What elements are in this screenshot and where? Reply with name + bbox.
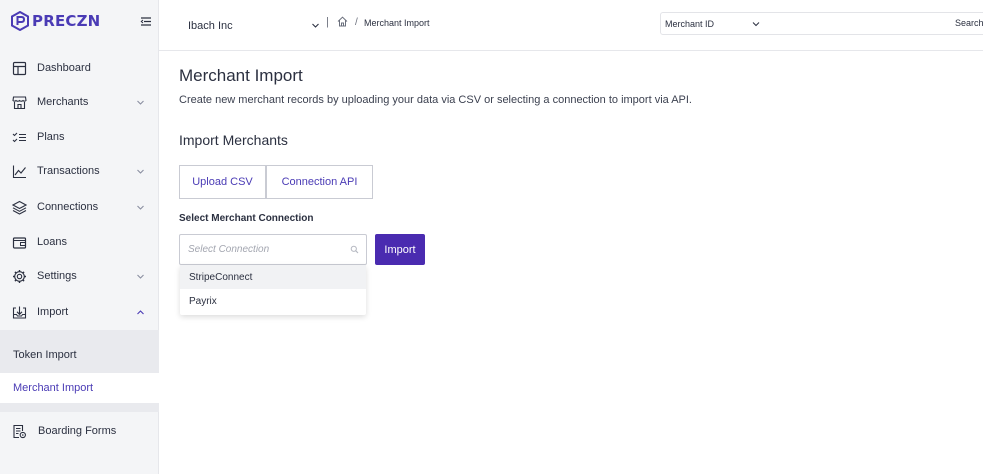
page-description: Create new merchant records by uploading…: [179, 94, 692, 106]
company-selector[interactable]: Ibach Inc: [188, 20, 233, 32]
checklist-icon: [12, 132, 26, 142]
chevron-up-icon[interactable]: [136, 308, 145, 317]
store-icon: [12, 95, 27, 109]
connection-dropdown: StripeConnect Payrix: [180, 265, 366, 315]
search-input[interactable]: [769, 15, 949, 32]
connection-select[interactable]: Select Connection: [179, 234, 367, 265]
connection-select-placeholder: Select Connection: [188, 244, 270, 255]
chevron-down-icon[interactable]: [752, 20, 760, 28]
top-bar: Ibach Inc | / Merchant Import Merchant I…: [159, 0, 983, 51]
search-field-select[interactable]: Merchant ID: [665, 19, 714, 29]
dropdown-option-stripeconnect[interactable]: StripeConnect: [180, 265, 366, 289]
sidebar-item-plans[interactable]: Plans: [0, 120, 159, 154]
sidebar-item-label: Boarding Forms: [38, 425, 117, 437]
sidebar-item-dashboard[interactable]: Dashboard: [0, 51, 159, 85]
import-button[interactable]: Import: [375, 234, 425, 265]
logo-mark-icon: [11, 11, 29, 31]
logo-row: PRECZN: [0, 0, 159, 44]
sidebar: PRECZN Dashboard Merchants Plans Transac…: [0, 0, 159, 474]
chevron-down-icon[interactable]: [136, 272, 145, 281]
sidebar-item-transactions[interactable]: Transactions: [0, 154, 159, 188]
search-button[interactable]: Search: [955, 18, 983, 28]
home-icon[interactable]: [337, 16, 348, 27]
connection-field-label: Select Merchant Connection: [179, 213, 314, 224]
sidebar-item-label: Connections: [37, 201, 99, 213]
header-separator: |: [326, 16, 329, 28]
chart-line-icon: [12, 165, 26, 178]
sidebar-item-label: Loans: [37, 236, 67, 248]
chevron-down-icon[interactable]: [136, 98, 145, 107]
sidebar-subitem-merchant-import[interactable]: Merchant Import: [0, 373, 159, 403]
dashboard-icon: [12, 61, 27, 75]
sidebar-item-label: Plans: [37, 131, 65, 143]
sidebar-item-merchants[interactable]: Merchants: [0, 85, 159, 119]
forms-icon: [13, 424, 26, 438]
tab-upload-csv[interactable]: Upload CSV: [179, 165, 266, 199]
chevron-down-icon[interactable]: [136, 167, 145, 176]
sidebar-item-settings[interactable]: Settings: [0, 259, 159, 293]
search-icon: [350, 245, 359, 254]
dropdown-option-payrix[interactable]: Payrix: [180, 289, 366, 313]
section-title: Import Merchants: [179, 132, 288, 148]
tab-connection-api[interactable]: Connection API: [266, 165, 373, 199]
sidebar-item-loans[interactable]: Loans: [0, 225, 159, 259]
breadcrumb-current: Merchant Import: [364, 18, 430, 28]
sidebar-item-label: Import: [37, 306, 69, 318]
breadcrumb-separator: /: [355, 17, 358, 28]
sidebar-subitem-token-import[interactable]: Token Import: [0, 340, 159, 370]
sidebar-item-connections[interactable]: Connections: [0, 190, 159, 224]
sidebar-item-import[interactable]: Import: [0, 295, 159, 329]
import-submenu: Token Import Merchant Import: [0, 330, 159, 412]
sidebar-item-label: Merchants: [37, 96, 89, 108]
chevron-down-icon[interactable]: [311, 21, 320, 30]
gear-icon: [13, 269, 26, 283]
logo[interactable]: PRECZN: [10, 11, 100, 31]
wallet-icon: [12, 236, 27, 249]
import-icon: [12, 306, 27, 319]
search-bar: Merchant ID Search: [660, 12, 983, 35]
page-title: Merchant Import: [179, 66, 303, 85]
sidebar-item-label: Transactions: [37, 165, 100, 177]
layers-icon: [12, 200, 27, 215]
sidebar-item-label: Dashboard: [37, 62, 91, 74]
sidebar-item-label: Settings: [37, 270, 77, 282]
sidebar-item-boarding-forms[interactable]: Boarding Forms: [0, 414, 159, 448]
chevron-down-icon[interactable]: [136, 203, 145, 212]
logo-text: PRECZN: [32, 12, 101, 30]
collapse-menu-icon[interactable]: [140, 15, 153, 28]
